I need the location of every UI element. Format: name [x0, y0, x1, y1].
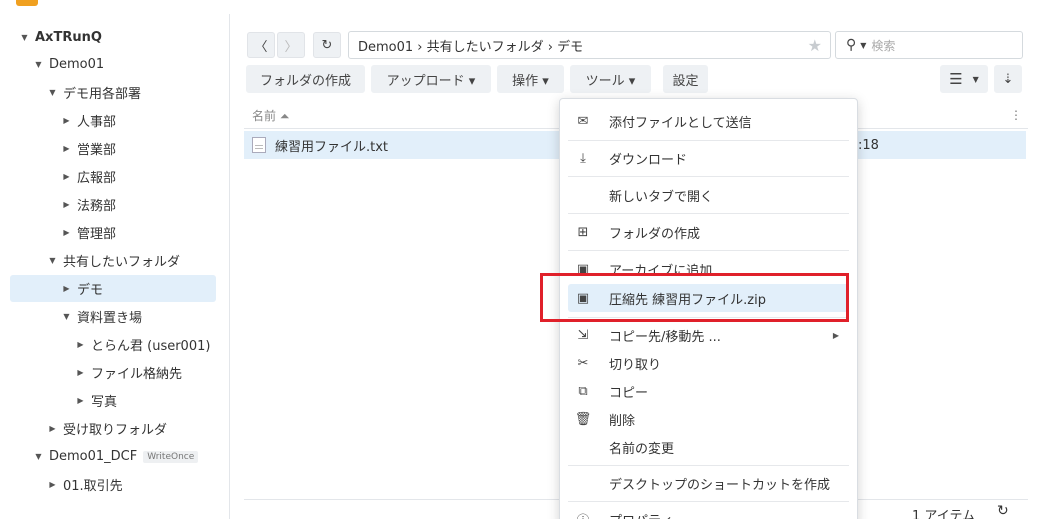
menu-item-delete[interactable]: 🗑 削除	[568, 405, 849, 433]
copy-move-icon: ⇲	[577, 327, 589, 343]
refresh-button[interactable]: ↻	[313, 32, 341, 58]
tree-item-sales[interactable]: ▶ 営業部	[10, 135, 216, 162]
tree-item-materials[interactable]: ▼ 資料置き場	[10, 303, 216, 330]
menu-item-download[interactable]: ⤓ ダウンロード	[568, 144, 849, 172]
path-bar[interactable]: Demo01 › 共有したいフォルダ › デモ ★	[348, 31, 831, 59]
item-count: 1 アイテム	[912, 509, 976, 519]
tree-item-clients[interactable]: ▶ 01.取引先	[10, 471, 216, 498]
menu-divider	[568, 501, 849, 502]
app-logo	[16, 0, 38, 6]
column-header-name[interactable]: 名前 ⏶	[252, 107, 289, 124]
menu-item-open-new-tab[interactable]: 新しいタブで開く	[568, 181, 849, 209]
tree-item-shared-folder[interactable]: ▼ 共有したいフォルダ	[10, 247, 216, 274]
tree-item-legal[interactable]: ▶ 法務部	[10, 191, 216, 218]
sort-button[interactable]: ⇣	[994, 65, 1022, 93]
highlight-annotation-box	[540, 273, 849, 322]
chevron-left-icon: 〈	[254, 39, 268, 55]
copy-icon: ⧉	[578, 383, 588, 399]
tree-item-receive-folder[interactable]: ▶ 受け取りフォルダ	[10, 415, 216, 442]
tree-item-pr[interactable]: ▶ 広報部	[10, 163, 216, 190]
tree-item-demo01[interactable]: ▼ Demo01	[10, 51, 216, 78]
caret-down-icon[interactable]: ▼	[32, 452, 45, 461]
caret-down-icon: ▼	[972, 74, 979, 84]
upload-button[interactable]: アップロード ▾	[371, 65, 491, 93]
caret-right-icon[interactable]: ▶	[46, 424, 59, 433]
back-button[interactable]: 〈	[247, 32, 275, 58]
menu-divider	[568, 176, 849, 177]
tree-item-demo01-dcf[interactable]: ▼ Demo01_DCF WriteOnce	[10, 443, 216, 470]
text-file-icon	[252, 137, 266, 153]
caret-right-icon[interactable]: ▶	[60, 228, 73, 237]
menu-item-send-attachment[interactable]: ✉ 添付ファイルとして送信	[568, 107, 849, 135]
trash-icon: 🗑	[574, 411, 592, 427]
refresh-icon[interactable]: ↻	[997, 503, 1009, 519]
tree-item-hr[interactable]: ▶ 人事部	[10, 107, 216, 134]
search-icon[interactable]: ⚲	[846, 37, 856, 53]
menu-item-create-folder[interactable]: ⊞ フォルダの作成	[568, 218, 849, 246]
caret-right-icon[interactable]: ▶	[46, 480, 59, 489]
tree-item-file-storage[interactable]: ▶ ファイル格納先	[10, 359, 216, 386]
settings-button[interactable]: 設定	[663, 65, 708, 93]
chevron-right-icon: 〉	[284, 39, 298, 55]
folder-plus-icon: ⊞	[577, 224, 589, 240]
menu-divider	[568, 140, 849, 141]
folder-tree-sidebar: ▼ AxTRunQ ▼ Demo01 ▼ デモ用各部署 ▶ 人事部 ▶ 営業部 ▶ 広報部 …	[0, 14, 230, 519]
caret-right-icon[interactable]: ▶	[74, 396, 87, 405]
caret-right-icon[interactable]: ▶	[60, 116, 73, 125]
breadcrumb: Demo01 › 共有したいフォルダ › デモ	[358, 39, 584, 55]
action-button[interactable]: 操作 ▾	[497, 65, 564, 93]
tree-item-admin[interactable]: ▶ 管理部	[10, 219, 216, 246]
menu-divider	[568, 250, 849, 251]
menu-item-properties[interactable]: ⓘプロパティ	[568, 505, 849, 519]
scissors-icon: ✂	[577, 355, 589, 371]
caret-down-icon[interactable]: ▼	[46, 256, 59, 265]
star-icon[interactable]: ★	[808, 36, 822, 55]
tree-item-photos[interactable]: ▶ 写真	[10, 387, 216, 414]
refresh-icon: ↻	[321, 37, 333, 53]
menu-item-rename[interactable]: 名前の変更	[568, 433, 849, 461]
tree-item-demo-departments[interactable]: ▼ デモ用各部署	[10, 79, 216, 106]
menu-divider	[568, 213, 849, 214]
caret-right-icon[interactable]: ▶	[60, 284, 73, 293]
caret-down-icon[interactable]: ▼	[32, 60, 45, 69]
file-name: 練習用ファイル.txt	[275, 139, 389, 155]
info-icon: ⓘ	[568, 510, 598, 519]
caret-right-icon[interactable]: ▶	[60, 172, 73, 181]
mail-icon: ✉	[577, 113, 589, 129]
tree-item-user001[interactable]: ▶ とらん君 (user001)	[10, 331, 216, 358]
caret-right-icon[interactable]: ▶	[60, 144, 73, 153]
search-input[interactable]: ⚲ ▼ 検索	[835, 31, 1023, 59]
caret-down-icon[interactable]: ▼	[18, 33, 31, 42]
caret-right-icon[interactable]: ▶	[74, 368, 87, 377]
forward-button[interactable]: 〉	[277, 32, 305, 58]
view-mode-button[interactable]: ☰ ▼	[940, 65, 988, 93]
list-view-icon: ☰	[949, 70, 963, 88]
menu-item-cut[interactable]: ✂ 切り取り	[568, 349, 849, 377]
caret-right-icon[interactable]: ▶	[74, 340, 87, 349]
caret-down-icon[interactable]: ▼	[60, 312, 73, 321]
writeonce-badge: WriteOnce	[143, 450, 199, 463]
caret-right-icon[interactable]: ▶	[60, 200, 73, 209]
menu-item-desktop-shortcut[interactable]: デスクトップのショートカットを作成	[568, 469, 849, 497]
search-placeholder: 検索	[871, 38, 896, 53]
caret-down-icon[interactable]: ▼	[46, 88, 59, 97]
download-icon: ⤓	[580, 150, 586, 166]
sort-icon: ⇣	[1002, 71, 1014, 87]
tree-item-axtrunq[interactable]: ▼ AxTRunQ	[10, 24, 216, 51]
menu-divider	[568, 465, 849, 466]
menu-item-copy-move[interactable]: ⇲ コピー先/移動先 ... ▶	[568, 321, 849, 349]
create-folder-button[interactable]: フォルダの作成	[246, 65, 365, 93]
column-options-icon[interactable]: ⋮	[1010, 108, 1022, 122]
caret-down-icon: ▼	[860, 40, 867, 50]
tools-button[interactable]: ツール ▾	[570, 65, 651, 93]
submenu-arrow-icon: ▶	[832, 330, 839, 340]
file-modified-time: :18	[858, 137, 879, 153]
menu-item-copy[interactable]: ⧉ コピー	[568, 377, 849, 405]
tree-item-demo[interactable]: ▶ デモ	[10, 275, 216, 302]
